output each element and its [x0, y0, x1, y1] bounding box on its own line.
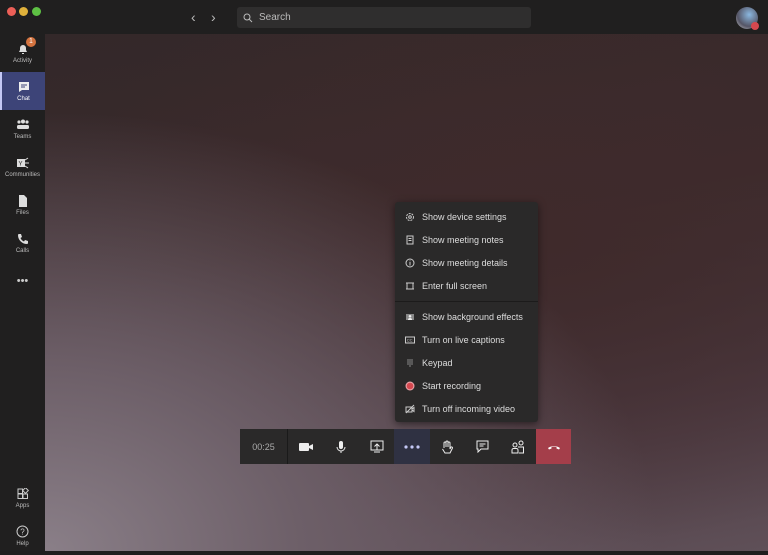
teams-icon [16, 119, 29, 129]
more-icon: ••• [16, 275, 29, 287]
svg-text:Y: Y [18, 161, 22, 167]
raise-hand-button[interactable] [430, 429, 465, 464]
menu-item-meeting-notes[interactable]: Show meeting notes [395, 229, 538, 250]
search-input[interactable]: Search [237, 7, 531, 28]
sidebar-item-communities[interactable]: Y Communities [0, 148, 45, 186]
share-screen-icon [370, 440, 384, 453]
more-actions-button[interactable] [394, 429, 430, 464]
menu-item-device-settings[interactable]: Show device settings [395, 206, 538, 227]
sidebar-item-apps[interactable]: Apps [0, 479, 45, 517]
menu-item-incoming-video[interactable]: Turn off incoming video [395, 398, 538, 419]
keypad-icon [405, 358, 415, 368]
forward-button[interactable]: › [211, 9, 216, 25]
record-icon [405, 381, 415, 391]
sidebar-item-label: Chat [17, 95, 30, 102]
gear-icon [405, 212, 415, 222]
avatar[interactable] [736, 7, 759, 30]
menu-item-meeting-details[interactable]: Show meeting details [395, 252, 538, 273]
menu-item-background-effects[interactable]: Show background effects [395, 306, 538, 327]
menu-item-label: Start recording [422, 380, 482, 391]
sidebar-item-label: Communities [4, 171, 40, 178]
title-bar: ‹ › Search [0, 0, 768, 34]
search-icon [243, 13, 253, 22]
captions-icon: CC [405, 335, 415, 345]
menu-item-start-recording[interactable]: Start recording [395, 375, 538, 396]
hang-up-icon [547, 445, 560, 449]
file-icon [18, 194, 27, 207]
sidebar-item-activity[interactable]: 1 Activity [0, 34, 45, 72]
more-icon [404, 444, 420, 449]
participants-icon [511, 440, 525, 453]
menu-item-label: Show meeting details [422, 257, 508, 268]
share-screen-button[interactable] [359, 429, 394, 464]
sidebar-item-label: Calls [15, 247, 30, 254]
search-placeholder: Search [259, 12, 291, 23]
sidebar-item-label: Activity [12, 57, 32, 64]
notification-badge: 1 [26, 37, 36, 47]
sidebar-item-files[interactable]: Files [0, 186, 45, 224]
chat-button[interactable] [465, 429, 500, 464]
menu-item-live-captions[interactable]: CC Turn on live captions [395, 329, 538, 350]
sidebar-item-label: Apps [15, 502, 30, 509]
hand-icon [442, 440, 454, 453]
back-button[interactable]: ‹ [191, 9, 196, 25]
call-controls: 00:25 [240, 429, 572, 464]
menu-item-label: Show meeting notes [422, 234, 504, 245]
menu-item-label: Enter full screen [422, 280, 488, 291]
chat-icon [18, 81, 29, 92]
microphone-icon [336, 440, 346, 453]
menu-item-keypad[interactable]: Keypad [395, 352, 538, 373]
camera-button[interactable] [288, 429, 323, 464]
notes-icon [405, 235, 415, 245]
chat-icon [476, 440, 489, 453]
background-icon [405, 312, 415, 322]
yammer-icon: Y [16, 157, 29, 168]
menu-item-full-screen[interactable]: Enter full screen [395, 275, 538, 296]
hang-up-button[interactable] [536, 429, 572, 464]
microphone-button[interactable] [323, 429, 358, 464]
apps-icon [17, 487, 29, 499]
svg-text:?: ? [20, 528, 25, 537]
info-icon [405, 258, 415, 268]
camera-icon [298, 442, 313, 451]
more-actions-menu: Show device settings Show meeting notes … [395, 202, 538, 422]
sidebar-item-help[interactable]: ? Help [0, 517, 45, 555]
video-off-icon [405, 404, 415, 414]
sidebar-item-label: Teams [13, 133, 32, 140]
close-window-button[interactable] [7, 7, 16, 16]
menu-item-label: Show background effects [422, 311, 523, 322]
sidebar: 1 Activity Chat Teams Y Communities File… [0, 34, 45, 551]
menu-divider [395, 301, 538, 302]
status-badge [751, 22, 759, 30]
help-icon: ? [16, 525, 29, 538]
sidebar-item-label: Files [16, 209, 29, 216]
sidebar-item-label: Help [16, 541, 29, 547]
fullscreen-icon [405, 281, 415, 291]
call-timer: 00:25 [240, 429, 288, 464]
menu-item-label: Turn off incoming video [422, 403, 516, 414]
maximize-window-button[interactable] [32, 7, 41, 16]
sidebar-item-calls[interactable]: Calls [0, 224, 45, 262]
minimize-window-button[interactable] [19, 7, 28, 16]
menu-item-label: Keypad [422, 357, 453, 368]
menu-item-label: Turn on live captions [422, 334, 505, 345]
menu-item-label: Show device settings [422, 211, 507, 222]
phone-icon [17, 233, 28, 244]
sidebar-item-chat[interactable]: Chat [0, 72, 45, 110]
sidebar-item-teams[interactable]: Teams [0, 110, 45, 148]
sidebar-more-button[interactable]: ••• [0, 262, 45, 300]
svg-text:CC: CC [407, 337, 413, 342]
participants-button[interactable] [501, 429, 536, 464]
